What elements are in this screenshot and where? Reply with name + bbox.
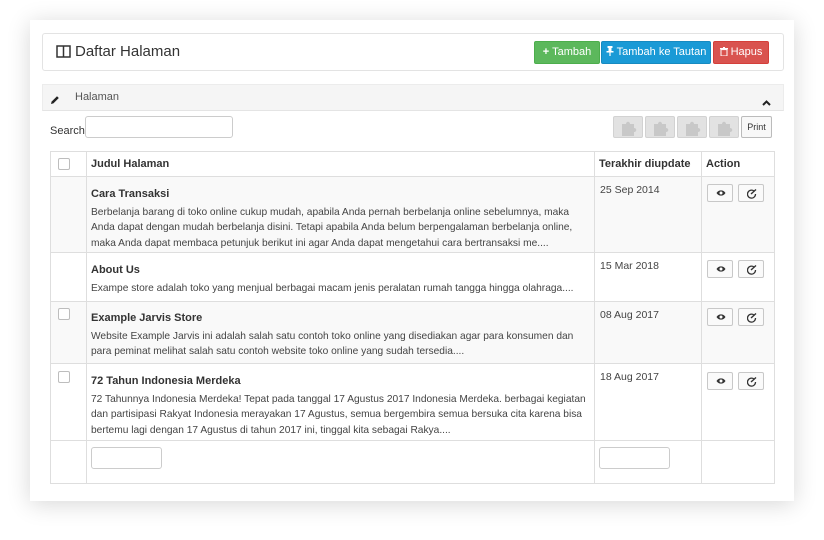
- header-select-cell: [51, 152, 87, 176]
- page-title-cell[interactable]: Cara Transaksi: [91, 188, 169, 200]
- add-button-label: Tambah: [552, 46, 592, 58]
- row-action-cell: [701, 302, 774, 363]
- title-wrap: Daftar Halaman: [56, 43, 180, 60]
- filter-select-cell: [51, 441, 87, 483]
- row-checkbox[interactable]: [58, 371, 70, 383]
- page-title: Daftar Halaman: [75, 43, 181, 60]
- toolbar-button-4[interactable]: [709, 116, 739, 138]
- view-button[interactable]: [707, 184, 733, 202]
- page-title-cell[interactable]: About Us: [91, 264, 140, 276]
- eye-icon: [716, 378, 726, 384]
- toolbar-button-1[interactable]: [613, 116, 643, 138]
- add-to-link-button[interactable]: Tambah ke Tautan: [601, 41, 711, 64]
- column-header-title[interactable]: Judul Halaman: [91, 158, 169, 170]
- row-content-cell: 72 Tahun Indonesia Merdeka 72 Tahunnya I…: [86, 364, 595, 440]
- puzzle-icon: [718, 121, 733, 136]
- column-header-date[interactable]: Terakhir diupdate: [599, 158, 690, 170]
- filter-title-cell: [86, 441, 595, 483]
- edit-icon: [747, 265, 757, 275]
- print-button[interactable]: Print: [741, 116, 772, 138]
- select-all-checkbox[interactable]: [58, 158, 70, 170]
- puzzle-icon: [622, 121, 637, 136]
- page-description: Website Example Jarvis ini adalah salah …: [91, 331, 574, 358]
- row-content-cell: Cara Transaksi Berbelanja barang di toko…: [86, 177, 595, 252]
- page-description: Berbelanja barang di toko online cukup m…: [91, 207, 573, 249]
- puzzle-icon: [686, 121, 701, 136]
- add-to-link-label: Tambah ke Tautan: [616, 46, 707, 58]
- row-select-cell: [51, 364, 87, 440]
- row-select-cell: [51, 302, 87, 363]
- toolbar-button-3[interactable]: [677, 116, 707, 138]
- search-input[interactable]: [85, 116, 233, 138]
- view-button[interactable]: [707, 308, 733, 326]
- table-row[interactable]: Cara Transaksi Berbelanja barang di toko…: [51, 176, 774, 252]
- row-date-cell: 08 Aug 2017: [594, 302, 702, 363]
- edit-icon: [747, 313, 757, 323]
- edit-button[interactable]: [738, 372, 764, 390]
- row-content-cell: Example Jarvis Store Website Example Jar…: [86, 302, 595, 363]
- row-action-cell: [701, 364, 774, 440]
- edit-button[interactable]: [738, 184, 764, 202]
- filter-date-cell: [594, 441, 702, 483]
- section-header[interactable]: Halaman: [42, 84, 784, 111]
- pages-table: Judul Halaman Terakhir diupdate Action C…: [50, 151, 775, 484]
- updated-date: 08 Aug 2017: [600, 309, 659, 321]
- view-button[interactable]: [707, 260, 733, 278]
- eye-icon: [716, 314, 726, 320]
- puzzle-icon: [654, 121, 669, 136]
- page-title-cell[interactable]: 72 Tahun Indonesia Merdeka: [91, 375, 241, 387]
- edit-icon: [747, 189, 757, 199]
- filter-action-cell: [701, 441, 774, 483]
- edit-button[interactable]: [738, 308, 764, 326]
- layout-icon: [56, 44, 71, 59]
- row-date-cell: 18 Aug 2017: [594, 364, 702, 440]
- header-date-cell: Terakhir diupdate: [594, 152, 702, 176]
- trash-icon: [719, 46, 728, 58]
- plus-icon: +: [542, 46, 550, 58]
- row-date-cell: 15 Mar 2018: [594, 253, 702, 301]
- view-button[interactable]: [707, 372, 733, 390]
- eye-icon: [716, 266, 726, 272]
- delete-button-label: Hapus: [730, 46, 763, 58]
- table-row[interactable]: 72 Tahun Indonesia Merdeka 72 Tahunnya I…: [51, 363, 774, 440]
- column-header-action: Action: [706, 158, 741, 170]
- row-content-cell: About Us Exampe store adalah toko yang m…: [86, 253, 595, 301]
- date-filter-input[interactable]: [599, 447, 670, 469]
- page-title-cell[interactable]: Example Jarvis Store: [91, 312, 202, 324]
- table-header-row: Judul Halaman Terakhir diupdate Action: [51, 152, 774, 176]
- section-label: Halaman: [75, 91, 120, 103]
- page-frame: Daftar Halaman + Tambah Tambah ke Tautan …: [30, 20, 794, 501]
- page-description: Exampe store adalah toko yang menjual be…: [91, 283, 574, 294]
- table-row[interactable]: About Us Exampe store adalah toko yang m…: [51, 252, 774, 301]
- updated-date: 15 Mar 2018: [600, 260, 659, 272]
- filter-row: [51, 440, 774, 483]
- row-action-cell: [701, 253, 774, 301]
- pin-icon: [606, 46, 614, 58]
- page-description: 72 Tahunnya Indonesia Merdeka! Tepat pad…: [91, 394, 586, 436]
- header-action-cell: Action: [701, 152, 774, 176]
- table-row[interactable]: Example Jarvis Store Website Example Jar…: [51, 301, 774, 363]
- row-select-cell: [51, 177, 87, 252]
- page-header: Daftar Halaman + Tambah Tambah ke Tautan …: [42, 33, 784, 71]
- header-title-cell: Judul Halaman: [86, 152, 595, 176]
- row-action-cell: [701, 177, 774, 252]
- delete-button[interactable]: Hapus: [713, 41, 769, 64]
- row-select-cell: [51, 253, 87, 301]
- edit-icon: [747, 377, 757, 387]
- eye-icon: [716, 190, 726, 196]
- search-label: Search:: [50, 125, 88, 137]
- title-filter-input[interactable]: [91, 447, 162, 469]
- edit-button[interactable]: [738, 260, 764, 278]
- updated-date: 25 Sep 2014: [600, 184, 660, 196]
- toolbar-button-2[interactable]: [645, 116, 675, 138]
- updated-date: 18 Aug 2017: [600, 371, 659, 383]
- chevron-up-icon[interactable]: [762, 93, 771, 106]
- add-button[interactable]: + Tambah: [534, 41, 600, 64]
- row-date-cell: 25 Sep 2014: [594, 177, 702, 252]
- pencil-icon: [50, 92, 60, 104]
- row-checkbox[interactable]: [58, 308, 70, 320]
